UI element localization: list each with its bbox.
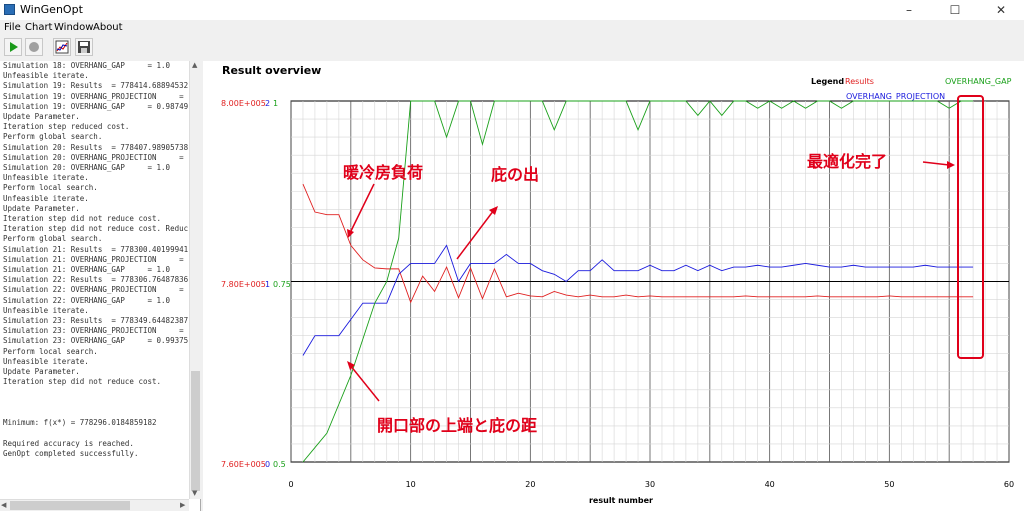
chart-title: Result overview <box>222 64 321 77</box>
log-line: Simulation 19: OVERHANG_GAP = 0.98749999… <box>3 101 188 111</box>
log-line: Unfeasible iterate. <box>3 305 89 315</box>
log-line: Minimum: f(x*) = 778296.0184859182 <box>3 418 157 428</box>
legend-entry-projection: OVERHANG_PROJECTION <box>846 92 945 101</box>
maximize-button[interactable]: ☐ <box>932 0 978 20</box>
log-line: Update Parameter. <box>3 367 80 377</box>
log-line: Required accuracy is reached. <box>3 438 134 448</box>
annotation-load: 暖冷房負荷 <box>343 163 423 182</box>
scroll-up-icon[interactable]: ▲ <box>192 61 197 69</box>
log-line: Iteration step reduced cost. <box>3 122 130 132</box>
play-icon <box>10 42 18 52</box>
legend-entry-gap: OVERHANG_GAP <box>945 77 1012 86</box>
x-tick-label: 30 <box>645 480 655 489</box>
log-text: Simulation 18: OVERHANG_GAP = 1.0 Unfeasi… <box>3 61 188 491</box>
menu-file[interactable]: File <box>4 22 21 33</box>
log-line: Simulation 21: OVERHANG_GAP = 1.0 <box>3 265 171 275</box>
y-label-mid-gap: 0.75 <box>273 280 291 289</box>
chart-icon <box>55 40 69 54</box>
minimize-button[interactable]: – <box>886 0 932 20</box>
x-tick-label: 0 <box>288 480 293 489</box>
log-line: Simulation 23: Results = 778349.64482387… <box>3 316 188 326</box>
log-line: Iteration step did not reduce cost. <box>3 214 162 224</box>
y-label-mid-projection: 1 <box>265 280 270 289</box>
y-label-bottom-projection: 0 <box>265 460 270 469</box>
horizontal-scroll-thumb[interactable] <box>10 501 130 510</box>
scroll-left-icon[interactable]: ◀ <box>1 501 6 509</box>
log-line: Simulation 20: OVERHANG_PROJECTION = 1.0… <box>3 152 184 162</box>
save-icon <box>78 41 90 53</box>
y-label-top-results: 8.00E+005 <box>221 99 266 108</box>
log-line: Simulation 18: OVERHANG_GAP = 1.0 <box>3 61 171 70</box>
save-button[interactable] <box>75 38 93 56</box>
close-button[interactable]: ✕ <box>978 0 1024 20</box>
result-chart: Result overview Legend Results OVERHANG_… <box>221 64 1014 505</box>
vertical-scrollbar[interactable]: ▲ ▼ <box>189 61 201 499</box>
menu-bar: File Chart Window About <box>0 20 1024 36</box>
log-line: Simulation 21: Results = 778300.40199941… <box>3 244 188 254</box>
title-bar: WinGenOpt – ☐ ✕ <box>0 0 1024 20</box>
vertical-scroll-thumb[interactable] <box>191 371 200 491</box>
legend-title: Legend <box>811 77 844 86</box>
log-line: Iteration step did not reduce cost. Redu… <box>3 224 188 234</box>
x-tick-label: 50 <box>884 480 894 489</box>
app-icon <box>4 4 15 15</box>
menu-about[interactable]: About <box>93 22 123 33</box>
scroll-down-icon[interactable]: ▼ <box>192 489 197 497</box>
y-label-bottom-results: 7.60E+005 <box>221 460 266 469</box>
log-line: Simulation 20: Results = 778407.98905738… <box>3 142 188 152</box>
horizontal-scrollbar[interactable]: ◀ ▶ <box>0 499 189 511</box>
log-line: Simulation 22: Results = 778306.76487836… <box>3 275 188 285</box>
log-line: Perform global search. <box>3 234 103 244</box>
log-line: Unfeasible iterate. <box>3 356 89 366</box>
log-line: Simulation 22: OVERHANG_PROJECTION = 1.0… <box>3 285 184 295</box>
window-title: WinGenOpt <box>20 3 83 16</box>
log-line: Simulation 23: OVERHANG_GAP = 0.99375 <box>3 336 188 346</box>
annotation-projection: 庇の出 <box>491 165 539 184</box>
x-tick-label: 60 <box>1004 480 1014 489</box>
annotation-complete: 最適化完了 <box>807 152 887 171</box>
log-line: Simulation 19: Results = 778414.68894532… <box>3 81 188 91</box>
stop-button[interactable] <box>25 38 43 56</box>
chart-panel: Result overview Legend Results OVERHANG_… <box>203 61 1024 511</box>
chart-grid <box>290 100 1010 463</box>
log-line: Iteration step did not reduce cost. <box>3 377 162 387</box>
log-line: Simulation 20: OVERHANG_GAP = 1.0 <box>3 163 171 173</box>
log-line: Simulation 19: OVERHANG_PROJECTION = 1.0… <box>3 91 184 101</box>
y-label-bottom-gap: 0.5 <box>273 460 286 469</box>
x-tick-label: 40 <box>765 480 775 489</box>
log-line: Perform local search. <box>3 346 98 356</box>
legend-entry-results: Results <box>845 77 874 86</box>
menu-chart[interactable]: Chart <box>25 22 52 33</box>
log-panel: Simulation 18: OVERHANG_GAP = 1.0 Unfeasi… <box>0 61 201 511</box>
log-line: Simulation 22: OVERHANG_GAP = 1.0 <box>3 295 171 305</box>
x-axis-label: result number <box>589 496 653 505</box>
x-tick-label: 20 <box>525 480 535 489</box>
log-line: Update Parameter. <box>3 203 80 213</box>
log-line: Perform local search. <box>3 183 98 193</box>
log-line: Unfeasible iterate. <box>3 71 89 81</box>
stop-icon <box>29 42 39 52</box>
y-label-top-projection: 2 <box>265 99 270 108</box>
log-line: Simulation 21: OVERHANG_PROJECTION = 1.0… <box>3 254 184 264</box>
log-line: Simulation 23: OVERHANG_PROJECTION = 1.0… <box>3 326 184 336</box>
y-label-top-gap: 1 <box>273 99 278 108</box>
log-line: Unfeasible iterate. <box>3 173 89 183</box>
scroll-right-icon[interactable]: ▶ <box>180 501 185 509</box>
x-tick-labels: 0 10 20 30 40 50 60 <box>288 480 1014 489</box>
y-label-mid-results: 7.80E+005 <box>221 280 266 289</box>
chart-button[interactable] <box>53 38 71 56</box>
run-button[interactable] <box>4 38 22 56</box>
log-line: GenOpt completed successfully. <box>3 448 139 458</box>
annotation-gap: 開口部の上端と庇の距 <box>377 416 537 435</box>
log-line: Unfeasible iterate. <box>3 193 89 203</box>
log-line: Perform global search. <box>3 132 103 142</box>
log-line: Update Parameter. <box>3 112 80 122</box>
toolbar <box>0 36 1024 60</box>
menu-window[interactable]: Window <box>54 22 93 33</box>
x-tick-label: 10 <box>406 480 416 489</box>
